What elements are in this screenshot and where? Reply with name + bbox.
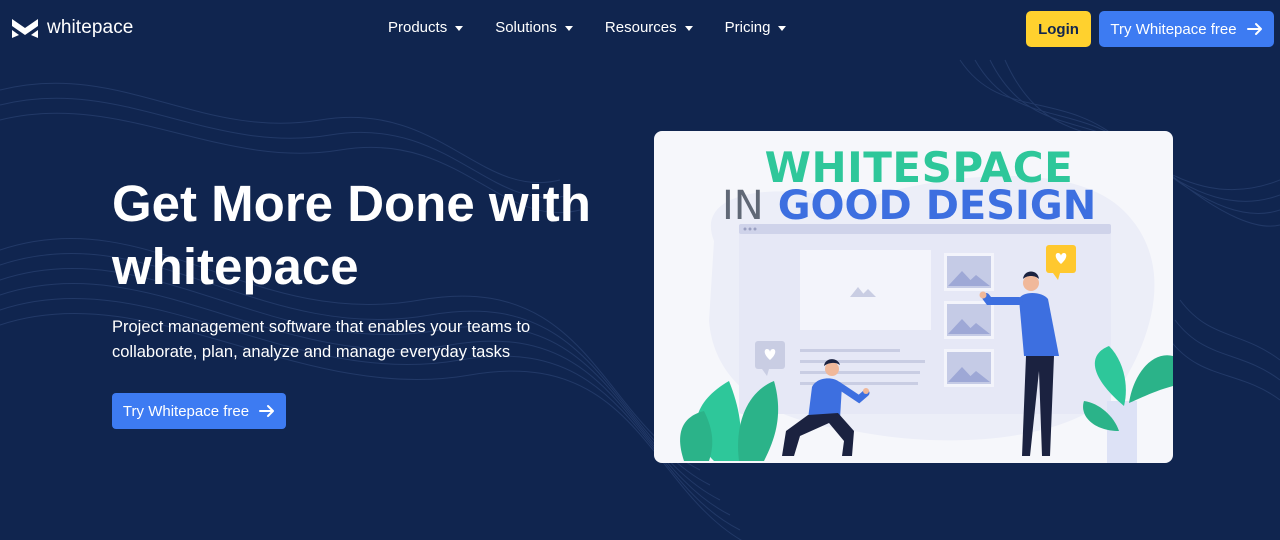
hero-subtitle-line2: collaborate, plan, analyze and manage ev… bbox=[112, 343, 511, 361]
arrow-right-icon bbox=[259, 405, 275, 417]
menu-item-label: Solutions bbox=[495, 19, 557, 36]
menu-item-resources[interactable]: Resources bbox=[589, 19, 709, 36]
try-free-button-hero[interactable]: Try Whitepace free bbox=[112, 393, 286, 429]
try-free-label: Try Whitepace free bbox=[122, 402, 250, 420]
illustration-heading-in: IN bbox=[722, 183, 764, 229]
caret-down-icon bbox=[455, 25, 464, 31]
hero-subtitle-line1: Project management software that enables… bbox=[112, 318, 531, 336]
top-navigation: whitepace Products Solutions Resources P… bbox=[0, 0, 1280, 58]
logo-text: whitepace bbox=[47, 17, 134, 38]
menu-item-label: Products bbox=[388, 19, 448, 36]
menu-item-label: Pricing bbox=[724, 19, 771, 36]
arrow-right-icon bbox=[1246, 23, 1262, 35]
hero-illustration: WHITESPACE IN GOOD DESIGN bbox=[654, 131, 1173, 463]
login-button[interactable]: Login bbox=[1026, 11, 1091, 47]
try-free-button-header[interactable]: Try Whitepace free bbox=[1099, 11, 1274, 47]
caret-down-icon bbox=[778, 25, 787, 31]
main-menu: Products Solutions Resources Pricing bbox=[372, 19, 802, 36]
menu-item-pricing[interactable]: Pricing bbox=[709, 19, 803, 36]
hero-subtitle: Project management software that enables… bbox=[112, 315, 562, 365]
hero-title-line2: whitepace bbox=[112, 238, 359, 295]
menu-item-solutions[interactable]: Solutions bbox=[479, 19, 589, 36]
menu-item-products[interactable]: Products bbox=[372, 19, 479, 36]
try-free-label: Try Whitepace free bbox=[1110, 20, 1237, 38]
hero-title-line1: Get More Done with bbox=[112, 175, 591, 232]
caret-down-icon bbox=[684, 25, 693, 31]
caret-down-icon bbox=[564, 25, 573, 31]
whitepace-logo-icon bbox=[12, 19, 38, 38]
illustration-heading-line2: IN GOOD DESIGN bbox=[722, 183, 1096, 229]
menu-item-label: Resources bbox=[604, 19, 677, 36]
illustration-heading-good-design: GOOD DESIGN bbox=[777, 183, 1097, 229]
logo[interactable]: whitepace bbox=[10, 16, 133, 40]
hero-title: Get More Done with whitepace bbox=[112, 172, 652, 298]
